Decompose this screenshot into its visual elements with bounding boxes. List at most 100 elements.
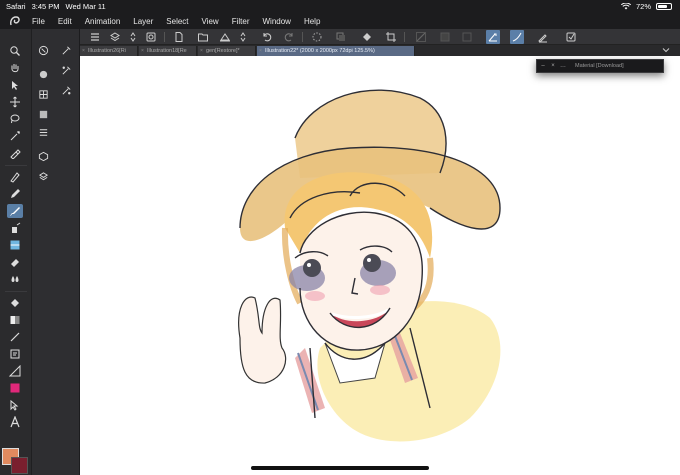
text-tool-icon[interactable] <box>7 415 23 429</box>
command-bar <box>80 29 680 45</box>
deselect-icon[interactable] <box>310 30 324 44</box>
close-icon[interactable]: × <box>549 61 557 71</box>
material-panel[interactable]: – × … Material [Download] <box>536 59 664 73</box>
redo-icon[interactable] <box>282 30 296 44</box>
menu-edit[interactable]: Edit <box>58 17 72 26</box>
tab-label: gen[Restore]* <box>206 48 240 54</box>
menu-window[interactable]: Window <box>263 17 291 26</box>
menu-animation[interactable]: Animation <box>85 17 121 26</box>
tool-separator <box>5 291 27 292</box>
tool-palette <box>0 29 32 475</box>
document-tab[interactable]: × Illustration26[Ri <box>80 46 138 56</box>
frame-border-icon[interactable] <box>7 347 23 361</box>
open-folder-icon[interactable] <box>196 30 210 44</box>
home-indicator[interactable] <box>251 466 429 470</box>
lasso-icon[interactable] <box>7 112 23 126</box>
snap-grid-icon[interactable] <box>460 30 474 44</box>
battery-percent: 72% <box>635 2 651 11</box>
menu-filter[interactable]: Filter <box>232 17 250 26</box>
layers-icon[interactable] <box>108 30 122 44</box>
hand-icon[interactable] <box>7 61 23 75</box>
magic-wand-icon[interactable] <box>7 129 23 143</box>
watercolor-brush-icon[interactable] <box>59 43 73 57</box>
watercolor-brush-icon[interactable] <box>59 63 73 77</box>
edit-pen-icon[interactable] <box>536 30 550 44</box>
object-select-icon[interactable] <box>7 398 23 412</box>
close-tab-icon[interactable]: × <box>200 46 203 56</box>
sub-color-swatch[interactable] <box>11 457 28 474</box>
drawing-canvas[interactable] <box>80 56 680 475</box>
stabilization-icon[interactable] <box>486 30 500 44</box>
layer-color-icon[interactable] <box>7 381 23 395</box>
fill-bucket-icon[interactable] <box>7 296 23 310</box>
command-separator <box>302 32 303 42</box>
command-separator <box>164 32 165 42</box>
figure-line-icon[interactable] <box>7 330 23 344</box>
app-logo-icon[interactable] <box>8 14 22 28</box>
eraser-icon[interactable] <box>7 255 23 269</box>
clear-selection-icon[interactable] <box>334 30 348 44</box>
menu-bar: File Edit Animation Layer Select View Fi… <box>0 13 680 29</box>
tab-label: Illustration22* (2000 x 2000px 72dpi 125… <box>265 48 375 54</box>
eyedropper-icon[interactable] <box>7 146 23 160</box>
companion-icon[interactable] <box>144 30 158 44</box>
zoom-icon[interactable] <box>7 44 23 58</box>
status-date: Wed Mar 11 <box>65 2 106 11</box>
panel-menu-icon[interactable]: … <box>559 61 567 71</box>
document-tab-bar: × Illustration26[Ri × Illustration18[Re × g… <box>80 45 680 56</box>
airbrush-icon[interactable] <box>7 221 23 235</box>
ruler-icon[interactable] <box>7 364 23 378</box>
close-tab-icon[interactable]: × <box>141 46 144 56</box>
brush-icon[interactable] <box>7 204 23 218</box>
chevron-down-icon[interactable] <box>662 46 670 54</box>
crop-icon[interactable] <box>384 30 398 44</box>
subtool-texture-icon[interactable] <box>36 67 50 81</box>
document-tab[interactable]: × Illustration18[Re <box>139 46 197 56</box>
updown-arrows-icon[interactable] <box>126 30 140 44</box>
updown-arrows-icon[interactable] <box>236 30 250 44</box>
menu-select[interactable]: Select <box>166 17 188 26</box>
subtool-list-icon[interactable] <box>36 125 50 139</box>
ruler-snap-icon[interactable] <box>414 30 428 44</box>
document-tab[interactable]: × gen[Restore]* <box>198 46 256 56</box>
move-layer-icon[interactable] <box>7 95 23 109</box>
close-tab-icon[interactable]: × <box>82 46 85 56</box>
document-tab-active[interactable]: × Illustration22* (2000 x 2000px 72dpi 12… <box>257 46 415 56</box>
pencil-icon[interactable] <box>7 187 23 201</box>
menu-layer[interactable]: Layer <box>133 17 153 26</box>
subtool-stack-icon[interactable] <box>36 107 50 121</box>
hamburger-menu-icon[interactable] <box>88 30 102 44</box>
screen: Safari 3:45 PM Wed Mar 11 72% File Edit … <box>0 0 680 475</box>
new-file-icon[interactable] <box>172 30 186 44</box>
menu-file[interactable]: File <box>32 17 45 26</box>
status-bar: Safari 3:45 PM Wed Mar 11 72% <box>0 0 680 13</box>
snap-special-ruler-icon[interactable] <box>438 30 452 44</box>
tool-separator <box>5 165 27 166</box>
material-panel-title: Material [Download] <box>575 63 624 69</box>
undo-icon[interactable] <box>260 30 274 44</box>
watercolor-brush-icon[interactable] <box>59 83 73 97</box>
subtool-layers-icon[interactable] <box>36 169 50 183</box>
subtool-3d-icon[interactable] <box>36 149 50 163</box>
status-time: 3:45 PM <box>31 2 60 11</box>
subtool-group-icon[interactable] <box>36 43 50 57</box>
fill-icon[interactable] <box>360 30 374 44</box>
blend-icon[interactable] <box>7 272 23 286</box>
panel-minimize-icon[interactable]: – <box>539 61 547 71</box>
back-app-label[interactable]: Safari <box>6 2 26 11</box>
pen-icon[interactable] <box>7 170 23 184</box>
menu-view[interactable]: View <box>202 17 219 26</box>
battery-icon <box>656 3 672 10</box>
pen-pressure-icon[interactable] <box>510 30 524 44</box>
gradient-icon[interactable] <box>7 313 23 327</box>
save-icon[interactable] <box>218 30 232 44</box>
tab-label: Illustration18[Re <box>147 48 187 54</box>
menu-help[interactable]: Help <box>304 17 320 26</box>
subtool-grid-icon[interactable] <box>36 87 50 101</box>
command-separator <box>404 32 405 42</box>
wifi-icon <box>620 3 631 10</box>
operation-icon[interactable] <box>7 78 23 92</box>
decoration-icon[interactable] <box>7 238 23 252</box>
close-tab-icon[interactable]: × <box>259 46 262 56</box>
settings-icon[interactable] <box>564 30 578 44</box>
